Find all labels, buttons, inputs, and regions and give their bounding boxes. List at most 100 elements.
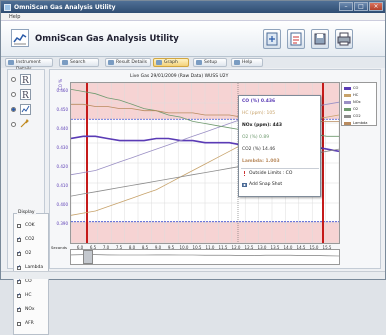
view-option-data[interactable]: R (11, 74, 31, 86)
tab-label: Help (242, 60, 253, 65)
gas-checkbox[interactable] (17, 306, 21, 312)
gas-toggle-co2[interactable]: CO2 (17, 236, 35, 242)
view-radio[interactable] (11, 92, 16, 97)
overview-line (70, 254, 340, 257)
gas-toggle-nox[interactable]: NOx (17, 306, 35, 312)
gas-toggle-o2[interactable]: O2 (17, 250, 31, 256)
popup-outside-limits[interactable]: Outside Limits : CO (242, 171, 292, 176)
view-option-graph[interactable] (11, 104, 31, 115)
app-icon (4, 3, 11, 11)
y-tick-label: 0.440 (56, 126, 68, 131)
gas-label: CO2 (25, 237, 35, 242)
gas-checkbox[interactable] (17, 264, 21, 270)
gas-toggle-lambda[interactable]: Lambda (17, 264, 44, 270)
app-logo-icon (11, 29, 29, 47)
overview-strip[interactable] (70, 249, 340, 265)
readout-popup[interactable]: CO (%) 0.436 HC (ppm): 105 NOx (ppm): 44… (238, 95, 321, 197)
data-view-icon: R (20, 74, 31, 86)
legend-item-lambda: Lambda (344, 121, 367, 125)
popup-outside-label: Outside Limits : CO (249, 171, 293, 176)
tab-graph[interactable]: Graph (153, 58, 189, 67)
popup-hc: HC (ppm): 105 (242, 111, 276, 116)
legend-swatch (344, 86, 351, 90)
gas-checkbox[interactable] (17, 321, 21, 326)
gas-toggle-cok[interactable]: COK (17, 223, 35, 228)
x-axis-label: Seconds (51, 245, 67, 250)
results-icon (108, 60, 114, 65)
maximize-button[interactable]: □ (354, 2, 368, 11)
minimize-button[interactable]: – (339, 2, 353, 11)
report-view-icon: R (20, 89, 31, 101)
tab-instrument-details[interactable]: Instrument Details (5, 58, 53, 72)
view-option-tools[interactable] (11, 118, 31, 130)
legend-swatch (344, 121, 351, 125)
status-bar (1, 271, 385, 279)
overview-scroll-handle[interactable] (83, 250, 93, 264)
popup-add-snapshot[interactable]: Add Snap Shot (242, 182, 282, 187)
legend-item-o2: O2 (344, 107, 358, 111)
legend-swatch (344, 100, 351, 104)
legend-label: Lambda (353, 121, 368, 125)
legend-item-hc: HC (344, 93, 358, 97)
y-tick-label: 0.410 (56, 183, 68, 188)
popup-o2: O2 (%) 0.89 (242, 135, 270, 140)
popup-separator (241, 168, 319, 169)
title-bar[interactable]: OmniScan Gas Analysis Utility – □ × (1, 1, 385, 13)
instrument-icon (8, 60, 14, 65)
export-icon[interactable] (263, 29, 281, 49)
main-window: OmniScan Gas Analysis Utility – □ × Help… (0, 0, 386, 335)
legend-label: HC (353, 93, 359, 97)
tab-label: Result Details (116, 60, 147, 65)
plot-area[interactable]: CO (%) 0.436 HC (ppm): 105 NOx (ppm): 44… (70, 82, 340, 244)
tab-help[interactable]: Help (231, 58, 263, 67)
graph-icon (156, 60, 162, 65)
settings-icon[interactable] (287, 29, 305, 49)
view-radio[interactable] (11, 122, 16, 127)
gas-label: HC (25, 293, 32, 298)
y-tick-label: 0.460 (56, 88, 68, 93)
popup-co2: CO2 (%) 14.46 (242, 147, 276, 152)
popup-snapshot-label: Add Snap Shot (249, 182, 283, 187)
save-icon[interactable] (311, 29, 329, 49)
view-option-report[interactable]: R (11, 89, 31, 101)
window-title: OmniScan Gas Analysis Utility (14, 3, 116, 11)
menu-bar: Help (1, 13, 385, 21)
gas-toggle-afr[interactable]: AFR (17, 321, 34, 326)
menu-help[interactable]: Help (9, 14, 20, 20)
legend-swatch (344, 114, 351, 118)
display-title: Display (17, 210, 36, 215)
overview-svg (70, 254, 340, 257)
app-header: OmniScan Gas Analysis Utility (1, 21, 385, 57)
legend-item-co2: CO2 (344, 114, 361, 118)
camera-icon (242, 182, 247, 187)
tab-label: Search (70, 60, 86, 65)
svg-text:R: R (22, 76, 29, 84)
gas-checkbox[interactable] (17, 236, 21, 242)
close-button[interactable]: × (369, 2, 383, 11)
sidebar: R R Display COK CO2 O2 Lambda CO HC NOx … (7, 69, 49, 335)
gas-label: Lambda (25, 265, 44, 270)
tab-result-details[interactable]: Result Details (105, 58, 151, 67)
y-tick-label: 0.400 (56, 202, 68, 207)
legend-label: O2 (353, 107, 359, 111)
gas-checkbox[interactable] (17, 250, 21, 256)
app-title: OmniScan Gas Analysis Utility (35, 34, 179, 44)
print-icon[interactable] (335, 29, 353, 49)
popup-lambda: Lambda: 1.003 (242, 159, 280, 164)
tab-search[interactable]: Search (59, 58, 99, 67)
view-radio[interactable] (11, 107, 16, 112)
setup-icon (196, 60, 202, 65)
tab-setup[interactable]: Setup (193, 58, 227, 67)
legend-item-co: CO (344, 86, 358, 90)
legend-label: CO (353, 86, 359, 90)
search-icon (62, 60, 68, 65)
tab-label: Graph (164, 60, 178, 65)
gas-toggle-hc[interactable]: HC (17, 292, 32, 298)
gas-checkbox[interactable] (17, 292, 21, 298)
view-radio[interactable] (11, 77, 16, 82)
help-icon (234, 60, 240, 65)
legend-item-nox: NOx (344, 100, 361, 104)
y-tick-label: 0.430 (56, 145, 68, 150)
gas-checkbox[interactable] (17, 278, 21, 284)
gas-checkbox[interactable] (17, 223, 21, 228)
